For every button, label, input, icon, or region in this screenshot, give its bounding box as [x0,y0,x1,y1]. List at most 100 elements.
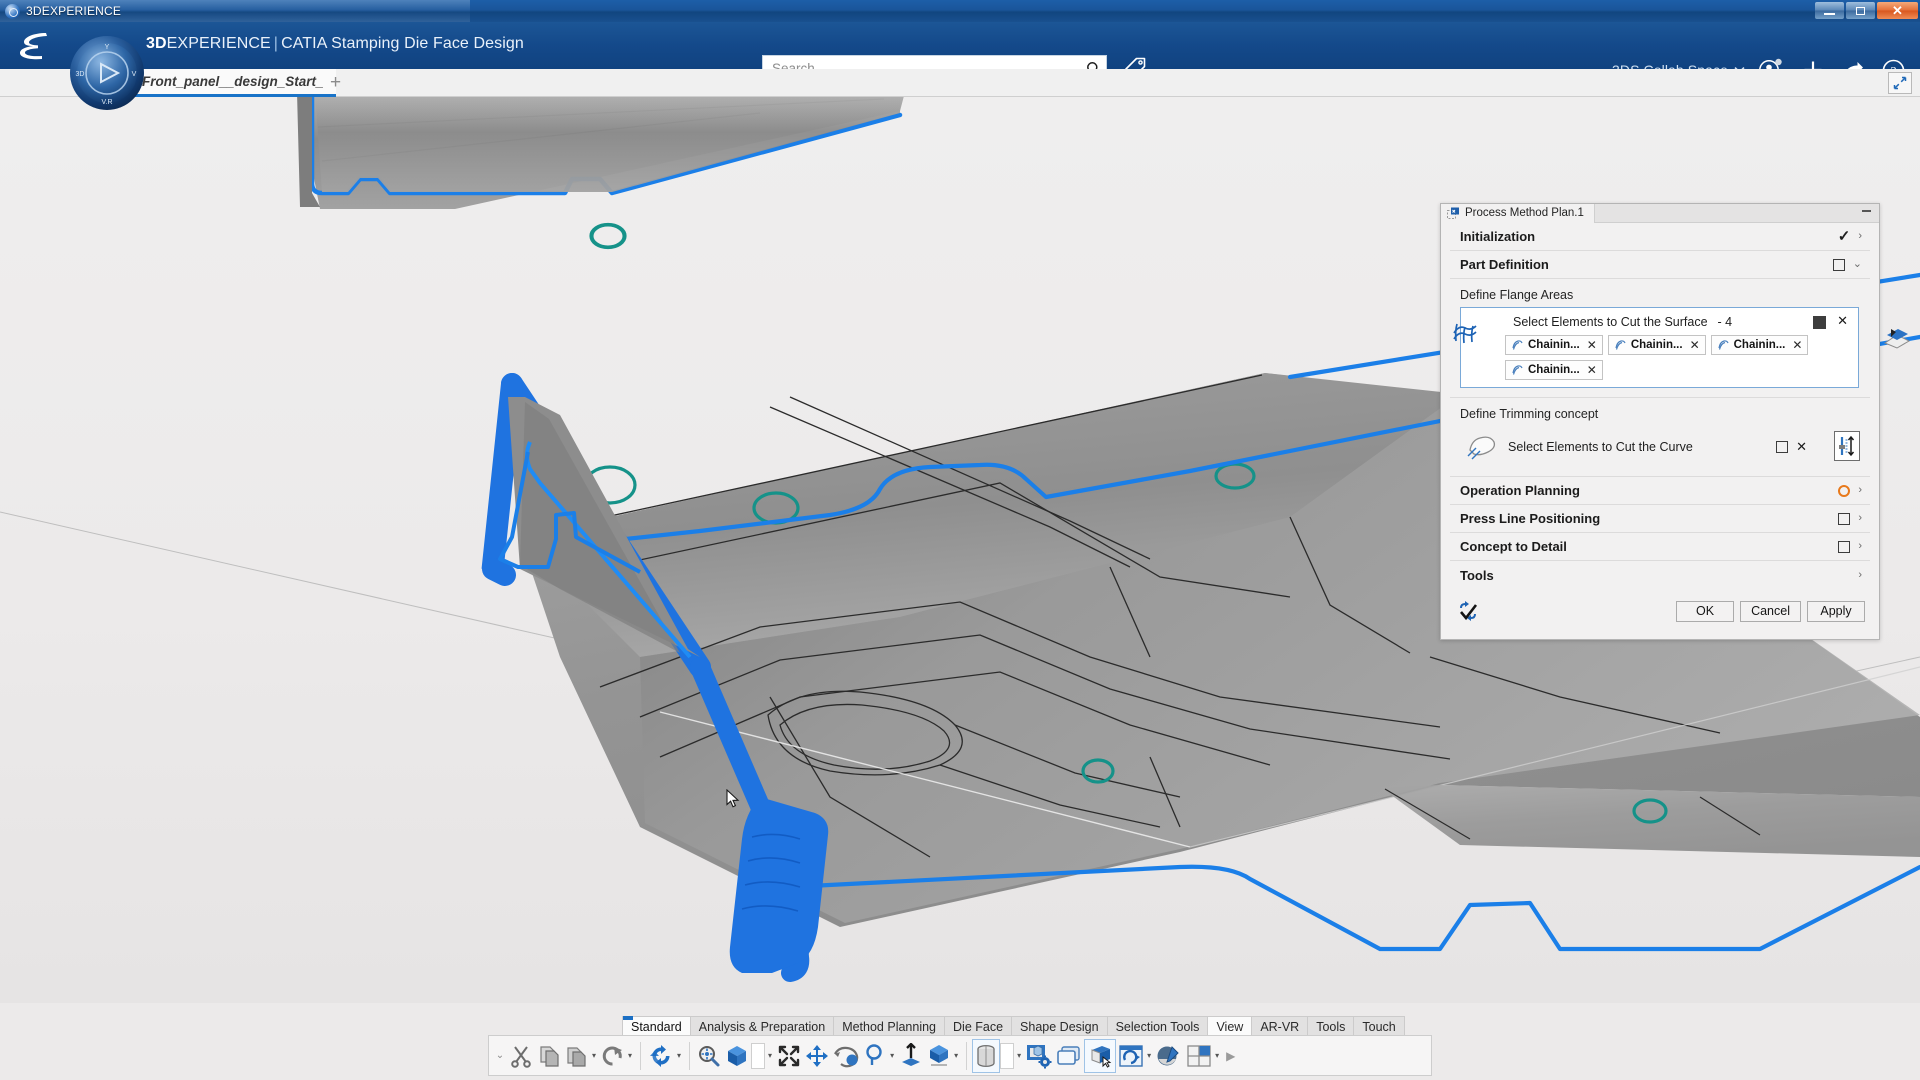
shading-spin-field[interactable] [1000,1042,1015,1069]
select-surface-color-swatch[interactable] [1813,316,1826,329]
pan-icon[interactable] [803,1039,831,1073]
section-press-line-positioning[interactable]: Press Line Positioning › [1450,505,1870,533]
select-curve-clear-button[interactable]: ✕ [1796,439,1807,455]
toolbar-separator [640,1041,642,1070]
cut-icon[interactable] [507,1039,535,1073]
paste-dropdown-caret[interactable]: ▾ [591,1051,599,1060]
tab-label: Touch [1362,1019,1396,1034]
normal-view-icon[interactable] [897,1039,925,1073]
ok-button[interactable]: OK [1676,600,1735,622]
select-elements-surface-box[interactable]: Select Elements to Cut the Surface - 4 ✕… [1460,307,1859,388]
chip-label: Chainin... [1630,339,1683,351]
paste-icon[interactable] [563,1039,591,1073]
toolbar-handle[interactable]: ⌄ [493,1041,507,1071]
chip-remove-button[interactable]: ✕ [1584,338,1597,352]
dialog-minimize-button[interactable] [1862,210,1871,212]
validate-update-icon[interactable] [1457,600,1479,622]
copy-icon[interactable] [535,1039,563,1073]
tab-analysis-preparation[interactable]: Analysis & Preparation [689,1016,835,1036]
select-surface-label: Select Elements to Cut the Surface [1513,315,1708,329]
surface-cut-icon[interactable] [1881,325,1911,351]
fit-all-icon[interactable] [775,1039,803,1073]
tab-tools[interactable]: Tools [1307,1016,1355,1036]
tools-chevron-icon[interactable]: › [1858,569,1862,581]
chip-chaining-1[interactable]: Chainin... ✕ [1505,335,1603,355]
expand-collapse-icon[interactable] [1888,72,1912,94]
named-views-dropdown-caret[interactable]: ▾ [953,1051,961,1060]
trimming-row[interactable]: Select Elements to Cut the Curve ✕ [1460,426,1860,468]
document-tab[interactable]: Front_panel__design_Start_ [132,69,336,97]
zoom-area-icon[interactable] [695,1039,723,1073]
process-method-plan-dialog[interactable]: Process Method Plan.1 Initialization ✓ ›… [1440,203,1911,640]
toolbar-separator [689,1041,691,1070]
new-tab-button[interactable]: + [330,73,341,92]
shading-dropdown-caret[interactable]: ▾ [1016,1051,1024,1060]
tab-touch[interactable]: Touch [1353,1016,1405,1036]
swap-visible-icon[interactable] [1084,1038,1117,1073]
concept-to-detail-chevron-icon[interactable]: › [1858,541,1862,552]
view-spin-field[interactable] [751,1042,766,1069]
cancel-button[interactable]: Cancel [1740,600,1801,622]
document-tab-label: Front_panel__design_Start_ [142,74,324,89]
tab-method-planning[interactable]: Method Planning [833,1016,946,1036]
section-operation-planning[interactable]: Operation Planning › [1450,477,1870,505]
update-dropdown-caret[interactable]: ▾ [676,1051,684,1060]
iso-view-dropdown-caret[interactable]: ▾ [767,1051,775,1060]
multi-view-dropdown-caret[interactable]: ▾ [1214,1051,1222,1060]
iso-view-icon[interactable] [723,1039,751,1073]
maximize-button[interactable] [1846,2,1875,19]
tab-shape-design[interactable]: Shape Design [1011,1016,1108,1036]
toolbar-overflow-icon[interactable]: ▶ [1222,1049,1235,1063]
update-icon[interactable] [646,1039,676,1073]
tab-view[interactable]: View [1207,1016,1253,1036]
select-surface-clear-button[interactable]: ✕ [1837,313,1848,329]
section-part-definition[interactable]: Part Definition ⌄ [1450,251,1870,279]
press-line-positioning-chevron-icon[interactable]: › [1858,513,1862,524]
chip-chaining-2[interactable]: Chainin... ✕ [1607,335,1706,355]
chip-remove-button[interactable]: ✕ [1789,338,1802,352]
zoom-icon[interactable] [861,1039,889,1073]
dialog-tab[interactable]: Process Method Plan.1 [1441,203,1595,223]
reframe-on-icon[interactable] [1116,1039,1146,1073]
operation-planning-status-icon [1838,484,1851,497]
zoom-dropdown-caret[interactable]: ▾ [889,1051,897,1060]
reframe-dropdown-caret[interactable]: ▾ [1146,1051,1154,1060]
tab-selection-tools[interactable]: Selection Tools [1106,1016,1209,1036]
initialization-chevron-icon[interactable]: › [1858,231,1862,242]
shading-cylinder-icon[interactable] [972,1038,1001,1073]
minimize-button[interactable] [1815,2,1844,19]
section-initialization[interactable]: Initialization ✓ › [1450,223,1870,251]
tab-ar-vr[interactable]: AR-VR [1251,1016,1309,1036]
section-concept-to-detail[interactable]: Concept to Detail › [1450,533,1870,561]
close-button[interactable]: ✕ [1877,2,1918,19]
tab-label: View [1216,1019,1244,1034]
operation-planning-chevron-icon[interactable]: › [1858,485,1862,496]
measure-slider-icon[interactable] [1834,431,1860,461]
dialog-title: Process Method Plan.1 [1465,207,1584,219]
apply-button[interactable]: Apply [1807,600,1865,622]
rotate-icon[interactable] [831,1039,861,1073]
part-definition-checkbox[interactable] [1832,258,1845,271]
apply-material-icon[interactable] [1154,1039,1184,1073]
chaining-icon [1718,339,1729,350]
select-curve-checkbox[interactable] [1776,441,1789,453]
hide-show-icon[interactable] [1054,1039,1084,1073]
press-line-positioning-checkbox[interactable] [1838,512,1851,525]
command-tabs: Standard Analysis & Preparation Method P… [622,1014,1405,1036]
chip-remove-button[interactable]: ✕ [1687,338,1700,352]
render-style-icon[interactable] [1024,1039,1054,1073]
redo-icon[interactable] [599,1039,627,1073]
section-tools[interactable]: Tools › [1450,561,1870,589]
3d-compass[interactable]: Y V.R 3D V [68,34,146,112]
named-views-icon[interactable] [925,1039,953,1073]
chip-remove-button[interactable]: ✕ [1584,363,1597,377]
concept-to-detail-checkbox[interactable] [1838,540,1851,553]
redo-dropdown-caret[interactable]: ▾ [627,1051,635,1060]
chip-chaining-3[interactable]: Chainin... ✕ [1710,335,1809,355]
tab-die-face[interactable]: Die Face [944,1016,1013,1036]
part-definition-chevron-icon[interactable]: ⌄ [1853,259,1862,270]
multi-view-icon[interactable] [1184,1039,1214,1073]
chip-chaining-4[interactable]: Chainin... ✕ [1505,360,1603,380]
tab-label: Method Planning [842,1019,937,1034]
tab-standard[interactable]: Standard [622,1016,691,1036]
